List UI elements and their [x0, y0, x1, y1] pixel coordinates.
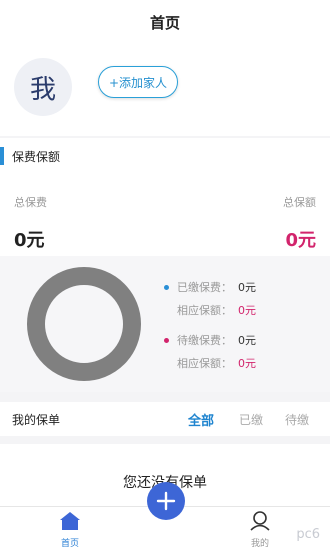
donut-ring	[27, 267, 141, 381]
premium-chart-area: 已缴保费： 0元 相应保额： 0元 待缴保费： 0元 相应保额： 0元	[0, 256, 330, 392]
avatar-text: 我	[29, 74, 56, 105]
legend-paid: 已缴保费： 0元	[164, 279, 256, 295]
app-header: 首页	[0, 0, 330, 44]
totals-panel: 总保费 总保额 0元 0元	[0, 174, 330, 256]
legend-pending: 待缴保费： 0元	[164, 332, 256, 348]
tab-mine-label: 我的	[250, 539, 269, 549]
policies-header: 我的保单 全部 已缴 待缴	[0, 402, 330, 436]
legend-pending-cover-value: 0元	[238, 357, 256, 370]
total-coverage-label: 总保额	[283, 196, 316, 209]
home-icon	[60, 512, 80, 530]
legend-pending-label: 待缴保费：	[177, 334, 232, 347]
legend-paid-label: 已缴保费：	[177, 281, 232, 294]
legend-dot-paid	[164, 284, 169, 290]
legend-paid-value: 0元	[238, 281, 256, 294]
tab-pending[interactable]: 待缴	[285, 411, 309, 428]
section-accent-bar	[0, 147, 4, 165]
tab-paid[interactable]: 已缴	[239, 411, 263, 428]
tab-all[interactable]: 全部	[188, 410, 214, 429]
legend-dot-pending	[164, 337, 169, 343]
page-title: 首页	[149, 13, 180, 32]
total-premium-label: 总保费	[14, 196, 47, 209]
policies-title: 我的保单	[12, 412, 61, 427]
person-icon	[250, 511, 270, 531]
legend-pending-cover: 相应保额： 0元	[177, 355, 256, 371]
tab-home[interactable]: 首页	[40, 511, 100, 549]
add-policy-button[interactable]	[147, 482, 185, 520]
legend-paid-cover-label: 相应保额：	[177, 304, 232, 317]
tab-mine[interactable]: 我的	[230, 511, 290, 549]
section-title: 保费保额	[12, 149, 61, 164]
premium-section-header: 保费保额	[0, 138, 330, 174]
legend-pending-value: 0元	[238, 334, 256, 347]
tab-home-label: 首页	[60, 539, 79, 549]
legend-pending-cover-label: 相应保额：	[177, 357, 232, 370]
add-family-button[interactable]: +添加家人	[98, 66, 179, 98]
avatar[interactable]: 我	[14, 58, 72, 116]
family-row: 我 +添加家人	[0, 44, 330, 136]
plus-icon	[156, 491, 176, 511]
legend-paid-cover: 相应保额： 0元	[177, 302, 256, 318]
legend-paid-cover-value: 0元	[238, 304, 256, 317]
watermark-text: pc6	[296, 527, 320, 542]
total-coverage-value: 0元	[285, 230, 316, 251]
total-premium-value: 0元	[14, 230, 45, 251]
donut-chart	[27, 267, 141, 381]
